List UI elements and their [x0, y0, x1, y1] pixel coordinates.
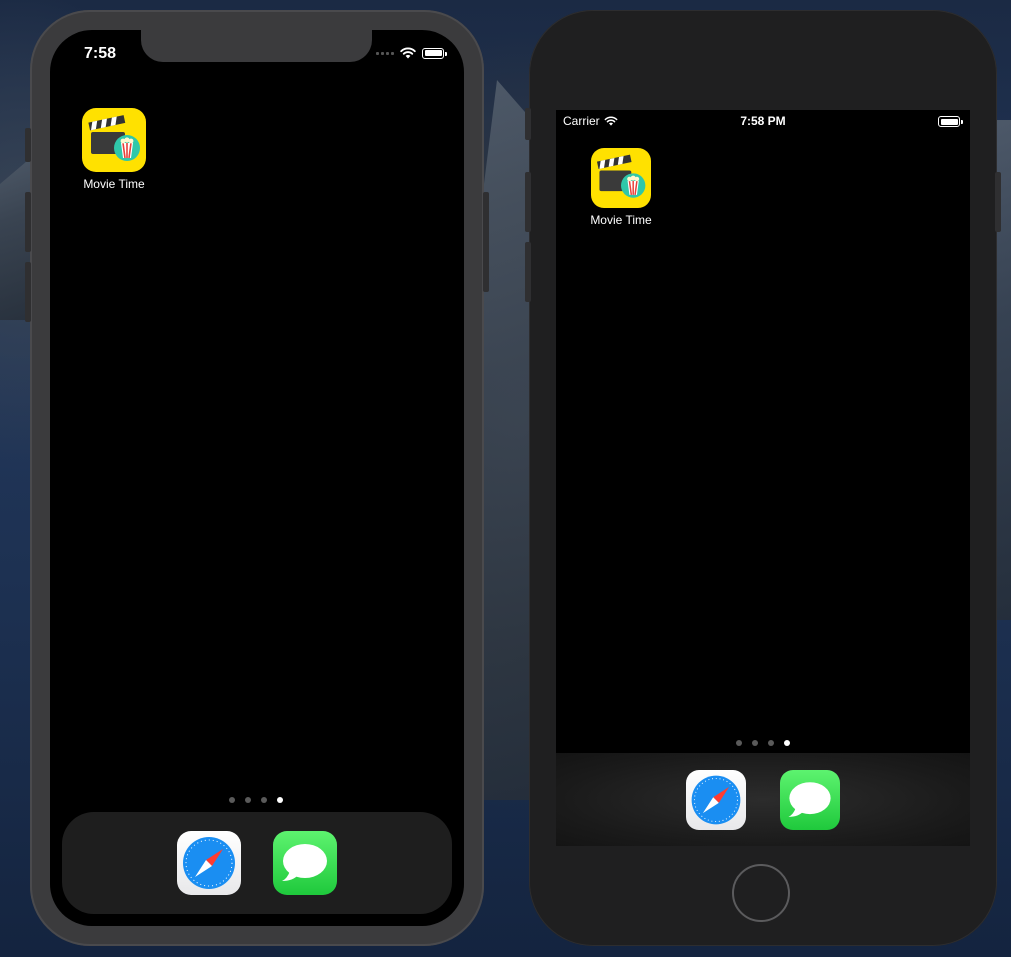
action-button[interactable] — [25, 128, 31, 162]
home-screen: 7:58 Movie Time — [50, 30, 464, 926]
battery-icon — [938, 116, 963, 127]
clapperboard-popcorn-icon — [82, 108, 146, 172]
iphone-8-simulator: Carrier 7:58 PM Movie Time — [525, 10, 1001, 946]
volume-up-button[interactable] — [525, 172, 531, 232]
home-button[interactable] — [732, 864, 790, 922]
app-label: Movie Time — [590, 213, 652, 227]
iphone-x-simulator: 7:58 Movie Time — [25, 10, 489, 946]
page-dot[interactable] — [736, 740, 742, 746]
volume-down-button[interactable] — [525, 242, 531, 302]
page-dot-active[interactable] — [277, 797, 283, 803]
mute-switch[interactable] — [525, 108, 531, 140]
messages-icon[interactable] — [273, 831, 337, 895]
battery-icon — [422, 47, 447, 59]
page-dot[interactable] — [752, 740, 758, 746]
page-dot[interactable] — [768, 740, 774, 746]
volume-up-button[interactable] — [25, 192, 31, 252]
messages-icon[interactable] — [780, 770, 840, 830]
notch — [141, 30, 372, 62]
dock — [62, 812, 452, 914]
clapperboard-popcorn-icon — [591, 148, 651, 208]
page-dot[interactable] — [229, 797, 235, 803]
status-time: 7:58 — [84, 45, 117, 62]
status-indicators — [376, 47, 447, 59]
power-button[interactable] — [483, 192, 489, 292]
cellular-signal-icon — [376, 51, 394, 55]
app-movie-time[interactable]: Movie Time — [74, 108, 154, 191]
volume-down-button[interactable] — [25, 262, 31, 322]
power-button[interactable] — [995, 172, 1001, 232]
page-dot[interactable] — [245, 797, 251, 803]
status-time: 7:58 PM — [740, 114, 786, 128]
battery-status — [938, 116, 963, 127]
app-label: Movie Time — [83, 177, 145, 191]
safari-icon[interactable] — [177, 831, 241, 895]
app-movie-time[interactable]: Movie Time — [581, 148, 661, 227]
safari-icon[interactable] — [686, 770, 746, 830]
dock — [556, 753, 970, 846]
home-screen: Carrier 7:58 PM Movie Time — [556, 110, 970, 846]
wifi-icon — [400, 47, 416, 59]
page-indicator[interactable] — [736, 740, 790, 746]
page-dot-active[interactable] — [784, 740, 790, 746]
page-indicator[interactable] — [229, 797, 283, 803]
page-dot[interactable] — [261, 797, 267, 803]
